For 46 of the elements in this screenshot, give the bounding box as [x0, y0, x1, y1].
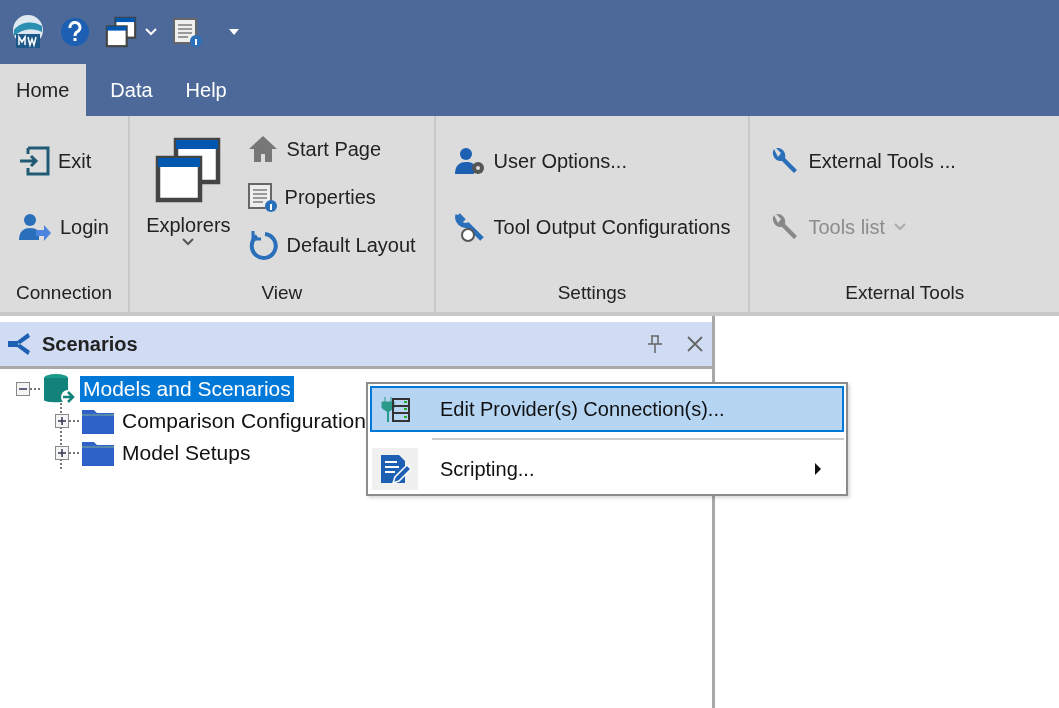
- group-label: External Tools: [844, 282, 966, 305]
- expander-icon[interactable]: [55, 414, 69, 428]
- windows-icon: [104, 15, 138, 49]
- tree-item[interactable]: Model Setups: [119, 440, 254, 466]
- app-logo-icon: [10, 14, 46, 50]
- tree-item[interactable]: Comparison Configuration: [119, 408, 369, 434]
- ribbon-button[interactable]: External Tools ...: [766, 144, 958, 178]
- group-label: View: [260, 282, 304, 305]
- document-pen-icon: [379, 453, 411, 485]
- folder-icon: [81, 407, 115, 435]
- user-arrow-icon: [18, 212, 52, 242]
- database-icon: [42, 373, 76, 405]
- ribbon-tab[interactable]: Data: [94, 64, 170, 116]
- ribbon-tab[interactable]: Home: [0, 64, 87, 116]
- wrench-gear-icon: [453, 211, 486, 243]
- group-label: Connection: [16, 282, 113, 305]
- caret-icon: [144, 27, 158, 37]
- ribbon-button[interactable]: Explorers: [146, 128, 231, 282]
- submenu-arrow-icon: [814, 462, 822, 476]
- help-icon: [60, 17, 90, 47]
- expander-icon[interactable]: [55, 446, 69, 460]
- ribbon-button[interactable]: Default Layout: [244, 228, 418, 262]
- plug-server-icon: [379, 395, 411, 423]
- dropdown-arrow-icon: [228, 28, 240, 36]
- exit-icon: [18, 146, 50, 176]
- expander-icon[interactable]: [16, 382, 30, 396]
- properties-icon: [172, 17, 202, 47]
- pin-icon[interactable]: [646, 334, 664, 354]
- ribbon-button[interactable]: Login: [16, 210, 111, 244]
- user-gear-icon: [453, 146, 486, 176]
- menu-item[interactable]: Edit Provider(s) Connection(s)...: [370, 386, 844, 432]
- caret-icon: [181, 237, 196, 247]
- caret-icon: [893, 222, 908, 232]
- properties-icon: [246, 182, 277, 212]
- folder-icon: [81, 439, 115, 467]
- panel-title: Scenarios: [42, 332, 139, 356]
- ribbon-button[interactable]: Properties: [244, 180, 418, 214]
- ribbon-button[interactable]: Start Page: [244, 132, 418, 166]
- tree-item[interactable]: Models and Scenarios: [80, 376, 294, 402]
- close-icon[interactable]: [686, 335, 704, 353]
- ribbon-button[interactable]: User Options...: [451, 144, 733, 178]
- ribbon-button[interactable]: Exit: [16, 144, 111, 178]
- menu-item[interactable]: Scripting...: [370, 446, 844, 492]
- group-label: Settings: [556, 282, 628, 305]
- ribbon-button[interactable]: Tool Output Configurations: [451, 210, 733, 244]
- ribbon-tab[interactable]: Help: [169, 64, 244, 116]
